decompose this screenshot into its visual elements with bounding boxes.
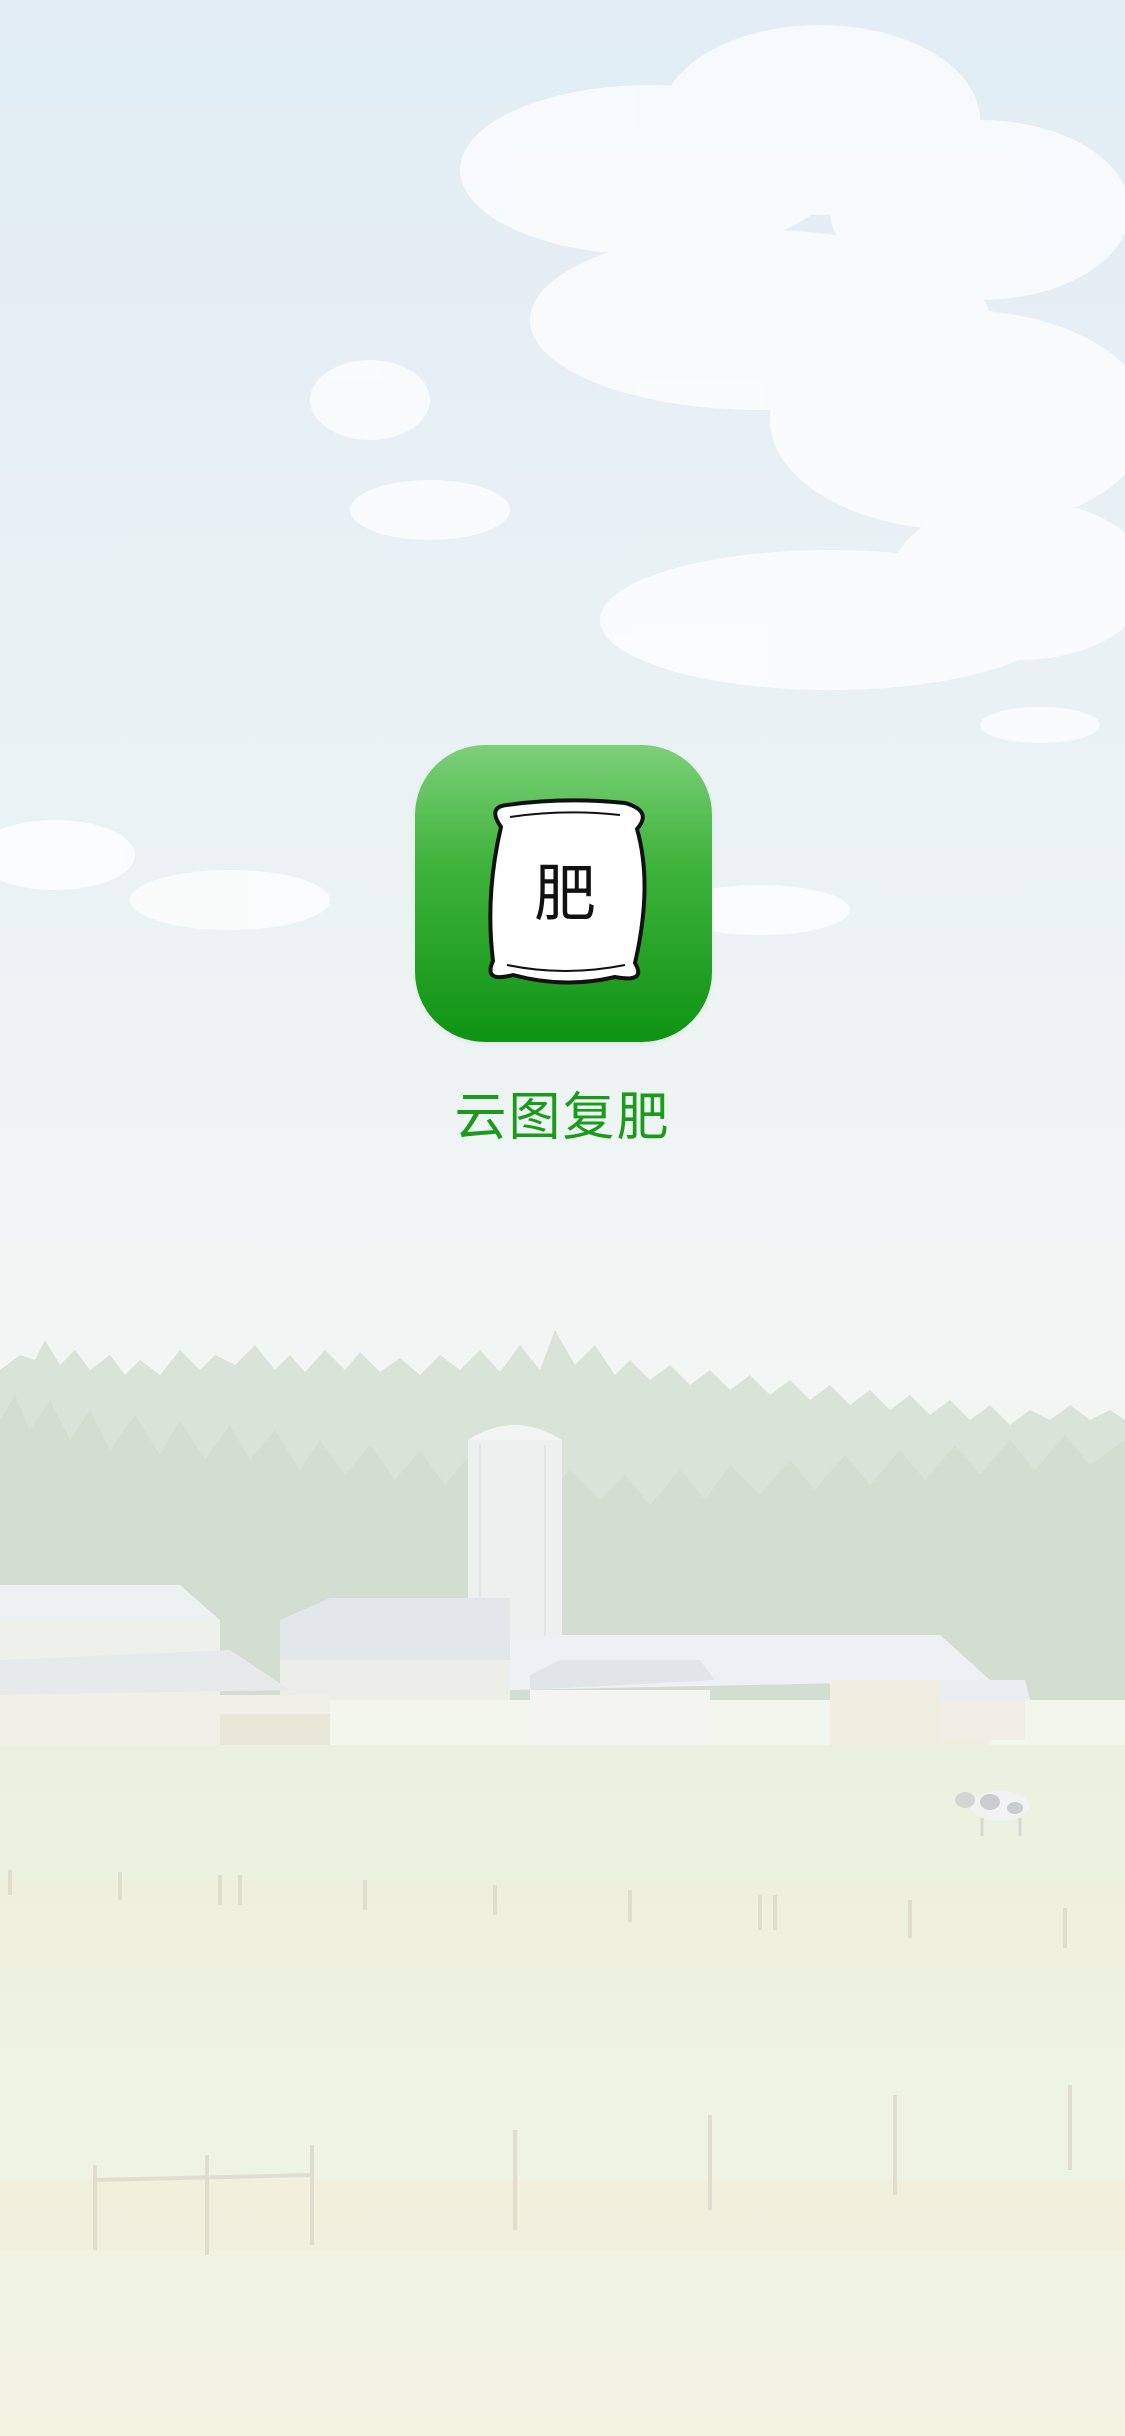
app-logo: 肥 [415,745,712,1042]
app-title: 云图复肥 [454,1088,671,1148]
icon-glyph: 肥 [534,857,596,930]
fertilizer-bag-icon: 肥 [488,798,647,985]
splash-screen: 肥 云图复肥 [0,0,1125,2436]
farm-background [0,0,1125,2436]
